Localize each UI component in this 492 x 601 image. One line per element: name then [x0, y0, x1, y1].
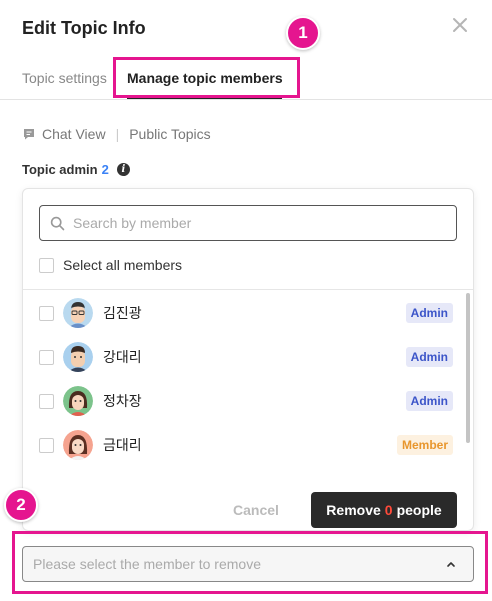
list-item[interactable]: 금대리 Member	[23, 423, 473, 467]
avatar	[63, 386, 93, 416]
avatar	[63, 342, 93, 372]
select-all-row[interactable]: Select all members	[39, 257, 182, 273]
remove-label-prefix: Remove	[326, 502, 381, 518]
member-checkbox[interactable]	[39, 305, 54, 321]
active-tab-indicator	[127, 96, 282, 99]
breadcrumb-chat-view[interactable]: Chat View	[42, 126, 106, 142]
member-list: 김진광 Admin 강대리 Admin 정차장 Admin 금대리 Member	[23, 291, 473, 467]
member-name: 정차장	[103, 393, 142, 409]
role-badge: Member	[396, 435, 453, 455]
member-picker-panel: Select all members 김진광 Admin	[22, 188, 474, 531]
member-checkbox[interactable]	[39, 349, 54, 365]
search-input[interactable]	[73, 215, 433, 231]
info-icon[interactable]: i	[116, 163, 130, 176]
member-name: 강대리	[103, 349, 142, 365]
breadcrumb-separator: |	[115, 126, 120, 142]
avatar	[63, 298, 93, 328]
remove-button[interactable]: Remove 0 people	[311, 492, 457, 528]
chat-icon	[24, 129, 34, 140]
remove-count: 0	[384, 502, 393, 518]
remove-member-placeholder: Please select the member to remove	[33, 556, 261, 572]
list-item[interactable]: 강대리 Admin	[23, 335, 473, 379]
callout-badge-2: 2	[4, 488, 38, 522]
topic-admin-count: 2	[101, 162, 109, 177]
topic-admin-label: Topic admin	[22, 162, 98, 177]
member-name: 금대리	[103, 437, 142, 453]
role-badge: Admin	[405, 391, 453, 411]
dialog-title: Edit Topic Info	[22, 18, 146, 38]
member-name: 김진광	[103, 305, 142, 321]
tab-bar: Topic settings Manage topic members	[0, 60, 492, 100]
list-item[interactable]: 정차장 Admin	[23, 379, 473, 423]
cancel-button[interactable]: Cancel	[233, 502, 279, 518]
select-all-label: Select all members	[63, 257, 183, 273]
callout-badge-1: 1	[286, 16, 320, 50]
tab-manage-topic-members[interactable]: Manage topic members	[127, 70, 283, 86]
divider	[23, 289, 473, 290]
remove-label-suffix: people	[396, 502, 442, 518]
select-all-checkbox[interactable]	[39, 257, 54, 273]
list-item[interactable]: 김진광 Admin	[23, 291, 473, 335]
search-icon	[50, 216, 65, 230]
role-badge: Admin	[405, 303, 453, 323]
remove-member-select[interactable]: Please select the member to remove	[22, 546, 474, 582]
breadcrumb: Chat View | Public Topics	[22, 126, 211, 142]
role-badge: Admin	[405, 347, 453, 367]
avatar	[63, 430, 93, 460]
member-checkbox[interactable]	[39, 393, 54, 409]
tab-topic-settings[interactable]: Topic settings	[22, 70, 107, 86]
member-checkbox[interactable]	[39, 437, 54, 453]
chevron-up-icon[interactable]	[445, 558, 457, 570]
close-icon[interactable]	[450, 15, 470, 35]
search-field[interactable]	[39, 205, 457, 241]
breadcrumb-public-topics[interactable]: Public Topics	[129, 126, 210, 142]
scrollbar[interactable]	[466, 293, 470, 443]
topic-admin-row: Topic admin 2 i	[22, 162, 130, 177]
